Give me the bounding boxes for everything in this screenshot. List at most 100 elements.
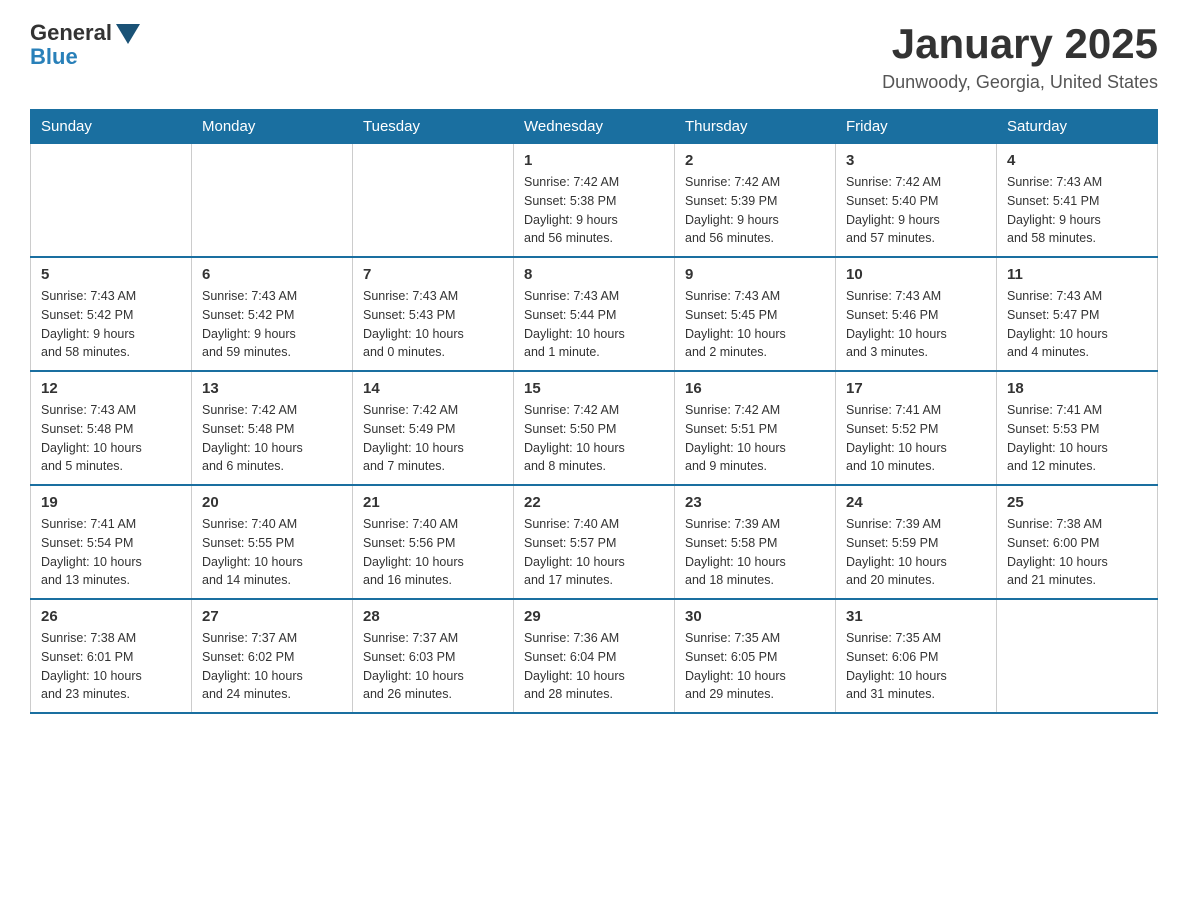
day-info: Sunrise: 7:42 AMSunset: 5:51 PMDaylight:… xyxy=(685,401,825,476)
day-number: 24 xyxy=(846,494,986,511)
calendar-cell-w5-d2: 27Sunrise: 7:37 AMSunset: 6:02 PMDayligh… xyxy=(192,599,353,713)
calendar-cell-w3-d1: 12 Sunrise: 7:43 AMSunset: 5:48 PMDayligh… xyxy=(31,371,192,485)
day-number: 6 xyxy=(202,266,342,283)
week-row-4: 19 Sunrise: 7:41 AMSunset: 5:54 PMDayligh… xyxy=(31,485,1158,599)
calendar-cell-w2-d3: 7Sunrise: 7:43 AMSunset: 5:43 PMDaylight… xyxy=(353,257,514,371)
day-info: Sunrise: 7:43 AMSunset: 5:41 PMDaylight:… xyxy=(1007,173,1147,248)
day-info: Sunrise: 7:43 AMSunset: 5:42 PMDaylight:… xyxy=(202,287,342,362)
day-number: 16 xyxy=(685,380,825,397)
logo-blue-text: Blue xyxy=(30,44,78,70)
day-info: Sunrise: 7:41 AMSunset: 5:53 PMDaylight:… xyxy=(1007,401,1147,476)
page-header: General Blue January 2025 Dunwoody, Geor… xyxy=(30,20,1158,93)
calendar-cell-w5-d4: 29 Sunrise: 7:36 AMSunset: 6:04 PMDayligh… xyxy=(514,599,675,713)
col-sunday: Sunday xyxy=(31,110,192,144)
calendar-cell-w2-d4: 8 Sunrise: 7:43 AMSunset: 5:44 PMDaylight… xyxy=(514,257,675,371)
day-info: Sunrise: 7:42 AMSunset: 5:40 PMDaylight:… xyxy=(846,173,986,248)
calendar-cell-w2-d5: 9 Sunrise: 7:43 AMSunset: 5:45 PMDaylight… xyxy=(675,257,836,371)
day-info: Sunrise: 7:42 AMSunset: 5:39 PMDaylight:… xyxy=(685,173,825,248)
col-saturday: Saturday xyxy=(997,110,1158,144)
calendar-cell-w3-d4: 15 Sunrise: 7:42 AMSunset: 5:50 PMDayligh… xyxy=(514,371,675,485)
calendar-cell-w4-d2: 20 Sunrise: 7:40 AMSunset: 5:55 PMDayligh… xyxy=(192,485,353,599)
calendar-cell-w3-d7: 18 Sunrise: 7:41 AMSunset: 5:53 PMDayligh… xyxy=(997,371,1158,485)
day-number: 28 xyxy=(363,608,503,625)
calendar-cell-w3-d5: 16 Sunrise: 7:42 AMSunset: 5:51 PMDayligh… xyxy=(675,371,836,485)
day-number: 17 xyxy=(846,380,986,397)
day-info: Sunrise: 7:43 AMSunset: 5:45 PMDaylight:… xyxy=(685,287,825,362)
day-number: 4 xyxy=(1007,152,1147,169)
day-number: 31 xyxy=(846,608,986,625)
calendar-cell-w4-d3: 21Sunrise: 7:40 AMSunset: 5:56 PMDayligh… xyxy=(353,485,514,599)
day-number: 26 xyxy=(41,608,181,625)
day-number: 5 xyxy=(41,266,181,283)
week-row-3: 12 Sunrise: 7:43 AMSunset: 5:48 PMDayligh… xyxy=(31,371,1158,485)
day-number: 20 xyxy=(202,494,342,511)
day-info: Sunrise: 7:39 AMSunset: 5:58 PMDaylight:… xyxy=(685,515,825,590)
calendar-cell-w5-d1: 26Sunrise: 7:38 AMSunset: 6:01 PMDayligh… xyxy=(31,599,192,713)
day-number: 13 xyxy=(202,380,342,397)
calendar-cell-w5-d5: 30 Sunrise: 7:35 AMSunset: 6:05 PMDayligh… xyxy=(675,599,836,713)
calendar-header-row: Sunday Monday Tuesday Wednesday Thursday… xyxy=(31,110,1158,144)
day-info: Sunrise: 7:35 AMSunset: 6:06 PMDaylight:… xyxy=(846,629,986,704)
calendar-cell-w1-d1 xyxy=(31,144,192,258)
day-number: 1 xyxy=(524,152,664,169)
day-number: 25 xyxy=(1007,494,1147,511)
day-info: Sunrise: 7:40 AMSunset: 5:56 PMDaylight:… xyxy=(363,515,503,590)
day-number: 29 xyxy=(524,608,664,625)
day-info: Sunrise: 7:42 AMSunset: 5:38 PMDaylight:… xyxy=(524,173,664,248)
day-number: 8 xyxy=(524,266,664,283)
day-number: 15 xyxy=(524,380,664,397)
day-info: Sunrise: 7:42 AMSunset: 5:50 PMDaylight:… xyxy=(524,401,664,476)
calendar-cell-w5-d3: 28Sunrise: 7:37 AMSunset: 6:03 PMDayligh… xyxy=(353,599,514,713)
day-info: Sunrise: 7:43 AMSunset: 5:43 PMDaylight:… xyxy=(363,287,503,362)
day-number: 2 xyxy=(685,152,825,169)
day-number: 27 xyxy=(202,608,342,625)
calendar-cell-w1-d6: 3Sunrise: 7:42 AMSunset: 5:40 PMDaylight… xyxy=(836,144,997,258)
calendar-cell-w4-d7: 25 Sunrise: 7:38 AMSunset: 6:00 PMDayligh… xyxy=(997,485,1158,599)
day-number: 23 xyxy=(685,494,825,511)
calendar-cell-w1-d4: 1 Sunrise: 7:42 AMSunset: 5:38 PMDaylight… xyxy=(514,144,675,258)
day-number: 10 xyxy=(846,266,986,283)
calendar-cell-w4-d5: 23 Sunrise: 7:39 AMSunset: 5:58 PMDayligh… xyxy=(675,485,836,599)
day-info: Sunrise: 7:41 AMSunset: 5:54 PMDaylight:… xyxy=(41,515,181,590)
day-info: Sunrise: 7:38 AMSunset: 6:00 PMDaylight:… xyxy=(1007,515,1147,590)
day-number: 30 xyxy=(685,608,825,625)
title-area: January 2025 Dunwoody, Georgia, United S… xyxy=(882,20,1158,93)
week-row-2: 5 Sunrise: 7:43 AMSunset: 5:42 PMDaylight… xyxy=(31,257,1158,371)
calendar-cell-w2-d6: 10Sunrise: 7:43 AMSunset: 5:46 PMDayligh… xyxy=(836,257,997,371)
calendar-cell-w4-d6: 24 Sunrise: 7:39 AMSunset: 5:59 PMDayligh… xyxy=(836,485,997,599)
calendar-cell-w2-d7: 11 Sunrise: 7:43 AMSunset: 5:47 PMDayligh… xyxy=(997,257,1158,371)
logo: General Blue xyxy=(30,20,140,70)
day-info: Sunrise: 7:43 AMSunset: 5:44 PMDaylight:… xyxy=(524,287,664,362)
day-info: Sunrise: 7:39 AMSunset: 5:59 PMDaylight:… xyxy=(846,515,986,590)
day-info: Sunrise: 7:43 AMSunset: 5:42 PMDaylight:… xyxy=(41,287,181,362)
col-wednesday: Wednesday xyxy=(514,110,675,144)
calendar-cell-w1-d3 xyxy=(353,144,514,258)
day-info: Sunrise: 7:43 AMSunset: 5:47 PMDaylight:… xyxy=(1007,287,1147,362)
day-number: 11 xyxy=(1007,266,1147,283)
week-row-1: 1 Sunrise: 7:42 AMSunset: 5:38 PMDaylight… xyxy=(31,144,1158,258)
logo-triangle-icon xyxy=(116,24,140,44)
calendar-cell-w5-d6: 31 Sunrise: 7:35 AMSunset: 6:06 PMDayligh… xyxy=(836,599,997,713)
calendar-cell-w3-d2: 13 Sunrise: 7:42 AMSunset: 5:48 PMDayligh… xyxy=(192,371,353,485)
day-info: Sunrise: 7:35 AMSunset: 6:05 PMDaylight:… xyxy=(685,629,825,704)
day-info: Sunrise: 7:40 AMSunset: 5:57 PMDaylight:… xyxy=(524,515,664,590)
day-number: 12 xyxy=(41,380,181,397)
day-number: 19 xyxy=(41,494,181,511)
day-info: Sunrise: 7:41 AMSunset: 5:52 PMDaylight:… xyxy=(846,401,986,476)
day-info: Sunrise: 7:40 AMSunset: 5:55 PMDaylight:… xyxy=(202,515,342,590)
day-info: Sunrise: 7:36 AMSunset: 6:04 PMDaylight:… xyxy=(524,629,664,704)
day-info: Sunrise: 7:43 AMSunset: 5:48 PMDaylight:… xyxy=(41,401,181,476)
calendar-cell-w4-d4: 22Sunrise: 7:40 AMSunset: 5:57 PMDayligh… xyxy=(514,485,675,599)
calendar-cell-w2-d2: 6 Sunrise: 7:43 AMSunset: 5:42 PMDaylight… xyxy=(192,257,353,371)
month-title: January 2025 xyxy=(882,20,1158,68)
col-thursday: Thursday xyxy=(675,110,836,144)
day-number: 18 xyxy=(1007,380,1147,397)
week-row-5: 26Sunrise: 7:38 AMSunset: 6:01 PMDayligh… xyxy=(31,599,1158,713)
col-friday: Friday xyxy=(836,110,997,144)
day-number: 9 xyxy=(685,266,825,283)
calendar-table: Sunday Monday Tuesday Wednesday Thursday… xyxy=(30,109,1158,714)
day-info: Sunrise: 7:42 AMSunset: 5:48 PMDaylight:… xyxy=(202,401,342,476)
logo-general-text: General xyxy=(30,20,112,46)
calendar-cell-w1-d2 xyxy=(192,144,353,258)
col-tuesday: Tuesday xyxy=(353,110,514,144)
